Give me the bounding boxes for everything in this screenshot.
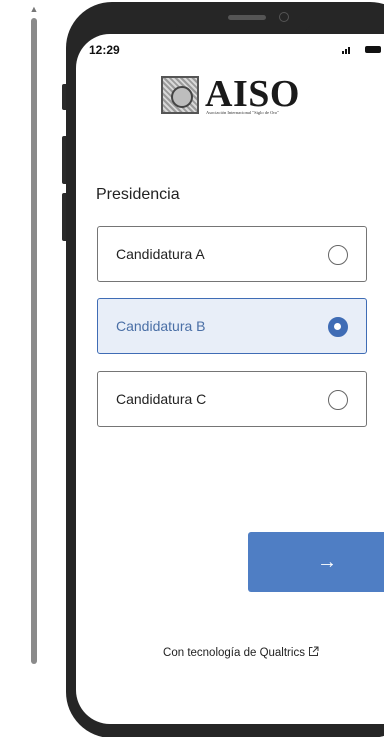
brand-logo: AISO Asociación Internacional "Siglo de … xyxy=(161,73,311,122)
scroll-up-arrow-icon[interactable]: ▲ xyxy=(29,4,39,14)
speaker-grille xyxy=(228,15,266,20)
option-candidatura-c[interactable]: Candidatura C xyxy=(97,371,367,427)
phone-screen: 12:29 AISO Asociación Internacional "Sig… xyxy=(76,34,384,724)
option-candidatura-b[interactable]: Candidatura B xyxy=(97,298,367,354)
radio-unchecked-icon[interactable] xyxy=(328,390,348,410)
signal-icon xyxy=(342,46,354,54)
external-link-icon xyxy=(308,646,319,656)
brand-subtitle: Asociación Internacional "Siglo de Oro" xyxy=(206,110,279,115)
option-candidatura-a[interactable]: Candidatura A xyxy=(97,226,367,282)
option-label: Candidatura A xyxy=(116,246,205,262)
front-camera-icon xyxy=(279,12,289,22)
question-title: Presidencia xyxy=(96,186,180,203)
powered-by-link[interactable]: Con tecnología de Qualtrics xyxy=(76,646,384,659)
battery-icon xyxy=(365,46,381,53)
scroll-thumb[interactable] xyxy=(31,18,37,664)
option-label: Candidatura B xyxy=(116,318,206,334)
status-time: 12:29 xyxy=(89,43,120,57)
powered-by-text: Con tecnología de Qualtrics xyxy=(163,647,305,659)
radio-unchecked-icon[interactable] xyxy=(328,245,348,265)
stage: ▲ 12:29 AISO Asociación Internacional "S… xyxy=(0,0,384,737)
next-button[interactable]: → xyxy=(248,532,384,592)
seal-icon xyxy=(161,76,199,114)
option-label: Candidatura C xyxy=(116,391,207,407)
arrow-right-icon: → xyxy=(317,551,337,573)
page-scrollbar[interactable]: ▲ xyxy=(28,0,40,737)
radio-checked-icon[interactable] xyxy=(328,317,348,337)
